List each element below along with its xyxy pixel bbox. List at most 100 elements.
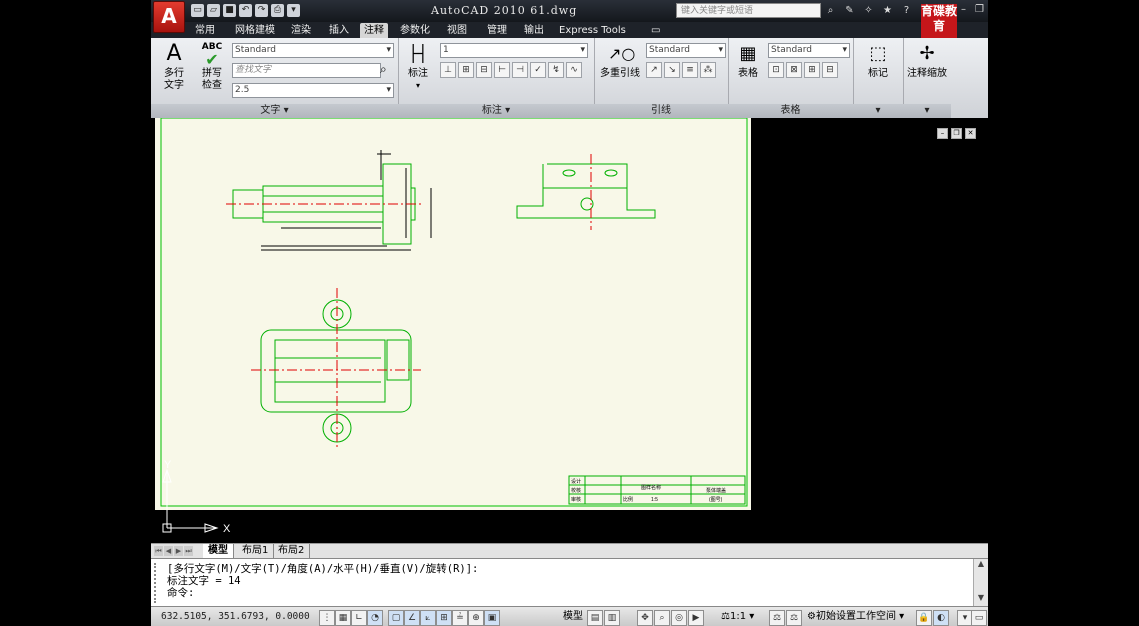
tab-render[interactable]: 渲染: [287, 23, 315, 38]
dynamic-input-icon[interactable]: ⊞: [436, 610, 452, 626]
dim-update-icon[interactable]: ∿: [566, 62, 582, 78]
mleader-style-select[interactable]: Standard: [646, 43, 726, 58]
tab-annotate[interactable]: 注释: [360, 23, 388, 38]
restore-icon[interactable]: ❐: [975, 4, 985, 16]
lineweight-icon[interactable]: ≟: [452, 610, 468, 626]
text-height-select[interactable]: 2.5: [232, 83, 394, 98]
quick-view-layouts-icon[interactable]: ▤: [587, 610, 603, 626]
tab-express-tools[interactable]: Express Tools: [555, 23, 630, 38]
leader-panel-title[interactable]: 引线: [594, 104, 728, 118]
isolate-objects-icon[interactable]: ◐: [933, 610, 949, 626]
mtext-button[interactable]: A 多行 文字: [157, 42, 191, 92]
dimension-button[interactable]: ├┤ 标注 ▾: [402, 42, 434, 92]
annotation-visibility-icon[interactable]: ⚖: [769, 610, 785, 626]
remove-leader-icon[interactable]: ↘: [664, 62, 680, 78]
align-leader-icon[interactable]: ≡: [682, 62, 698, 78]
annotation-scale[interactable]: ⚖1:1 ▾: [721, 610, 754, 624]
application-menu-button[interactable]: A: [153, 1, 185, 33]
table-button[interactable]: ▦ 表格: [731, 42, 765, 80]
showmotion-icon[interactable]: ▶: [688, 610, 704, 626]
quick-view-drawings-icon[interactable]: ▥: [604, 610, 620, 626]
zoom-icon[interactable]: ⌕: [654, 610, 670, 626]
markup-panel-expander[interactable]: ▾: [853, 104, 903, 118]
tab-model[interactable]: 模型: [203, 544, 234, 558]
object-snap-icon[interactable]: ▢: [388, 610, 404, 626]
tab-layout2[interactable]: 布局2: [273, 544, 311, 558]
tab-insert[interactable]: 插入: [325, 23, 353, 38]
viewport-close-icon[interactable]: ✕: [965, 128, 976, 139]
text-style-select[interactable]: Standard: [232, 43, 394, 58]
command-scrollbar[interactable]: ▲ ▼: [973, 559, 988, 607]
pan-icon[interactable]: ✥: [637, 610, 653, 626]
add-leader-icon[interactable]: ↗: [646, 62, 662, 78]
find-binoculars-icon[interactable]: ⌕: [380, 62, 387, 77]
redo-icon[interactable]: ↷: [255, 4, 268, 17]
spell-check-button[interactable]: ABC ✔ 拼写 检查: [195, 42, 229, 92]
minimize-icon[interactable]: –: [961, 4, 971, 16]
dim-baseline-icon[interactable]: ⊟: [476, 62, 492, 78]
qat-dropdown-icon[interactable]: ▾: [287, 4, 300, 17]
command-grip[interactable]: [154, 563, 162, 603]
help-search-input[interactable]: 键入关键字或短语: [676, 3, 821, 18]
open-icon[interactable]: ▱: [207, 4, 220, 17]
steering-wheel-icon[interactable]: ◎: [671, 610, 687, 626]
viewport-minimize-icon[interactable]: –: [937, 128, 948, 139]
tab-output[interactable]: 输出: [520, 23, 548, 38]
plot-icon[interactable]: ⎙: [271, 4, 284, 17]
tab-home[interactable]: 常用: [191, 23, 219, 38]
undo-icon[interactable]: ↶: [239, 4, 252, 17]
prev-layout-icon[interactable]: ◀: [164, 546, 173, 556]
annotation-scaling-button[interactable]: ✢ 注释缩放: [903, 42, 951, 80]
next-layout-icon[interactable]: ▶: [174, 546, 183, 556]
polar-tracking-icon[interactable]: ◔: [367, 610, 383, 626]
subscription-icon[interactable]: ✎: [843, 4, 856, 17]
tab-mesh-modeling[interactable]: 网格建模: [231, 23, 279, 38]
model-space-label[interactable]: 模型: [563, 610, 583, 624]
drawing-canvas[interactable]: Y X 设计 校核 审核 图样名称 比例 1:5 泵体端盖 (图号) – ❐ ✕: [151, 118, 988, 543]
dim-inspect-icon[interactable]: ✓: [530, 62, 546, 78]
quick-properties-icon[interactable]: ⊕: [468, 610, 484, 626]
ribbon-toggle-icon[interactable]: ▭: [647, 23, 664, 38]
new-icon[interactable]: ▭: [191, 4, 204, 17]
extract-data-icon[interactable]: ⊡: [768, 62, 784, 78]
tab-layout1[interactable]: 布局1: [237, 544, 275, 558]
markup-button[interactable]: ⬚ 标记: [857, 42, 899, 80]
link-data-icon[interactable]: ⊠: [786, 62, 802, 78]
binoculars-icon[interactable]: ⌕: [824, 4, 837, 17]
save-icon[interactable]: ■: [223, 4, 236, 17]
object-snap-tracking-icon[interactable]: ∠: [404, 610, 420, 626]
table-panel-title[interactable]: 表格: [728, 104, 853, 118]
help-icon[interactable]: ?: [900, 4, 913, 17]
viewport-restore-icon[interactable]: ❐: [951, 128, 962, 139]
selection-cycling-icon[interactable]: ▣: [484, 610, 500, 626]
command-window[interactable]: [多行文字(M)/文字(T)/角度(A)/水平(H)/垂直(V)/旋转(R)]:…: [151, 558, 988, 607]
tab-parametric[interactable]: 参数化: [396, 23, 434, 38]
dynamic-ucs-icon[interactable]: ⟀: [420, 610, 436, 626]
dimension-panel-title[interactable]: 标注 ▾: [398, 104, 594, 118]
auto-scale-icon[interactable]: ⚖: [786, 610, 802, 626]
lock-icon[interactable]: 🔒: [916, 610, 932, 626]
dim-quick-icon[interactable]: ⊥: [440, 62, 456, 78]
upload-data-icon[interactable]: ⊟: [822, 62, 838, 78]
favorites-star-icon[interactable]: ★: [881, 4, 894, 17]
communication-icon[interactable]: ✧: [862, 4, 875, 17]
dim-space-icon[interactable]: ⊢: [494, 62, 510, 78]
workspace-switcher[interactable]: ⚙初始设置工作空间 ▾: [807, 610, 904, 624]
tab-view[interactable]: 视图: [443, 23, 471, 38]
text-panel-title[interactable]: 文字 ▾: [151, 104, 398, 118]
collect-leader-icon[interactable]: ⁂: [700, 62, 716, 78]
grid-display-icon[interactable]: ▦: [335, 610, 351, 626]
command-prompt[interactable]: 命令:: [167, 587, 478, 599]
dim-style-select[interactable]: 1: [440, 43, 588, 58]
dim-continue-icon[interactable]: ⊞: [458, 62, 474, 78]
clean-screen-icon[interactable]: ▭: [971, 610, 987, 626]
download-data-icon[interactable]: ⊞: [804, 62, 820, 78]
ortho-mode-icon[interactable]: ∟: [351, 610, 367, 626]
dim-break-icon[interactable]: ⊣: [512, 62, 528, 78]
first-layout-icon[interactable]: ⏮: [154, 546, 163, 556]
tab-manage[interactable]: 管理: [483, 23, 511, 38]
last-layout-icon[interactable]: ⏭: [184, 546, 193, 556]
annotation-scaling-expander[interactable]: ▾: [903, 104, 951, 118]
snap-mode-icon[interactable]: ⋮: [319, 610, 335, 626]
find-text-input[interactable]: 查找文字: [232, 63, 381, 78]
